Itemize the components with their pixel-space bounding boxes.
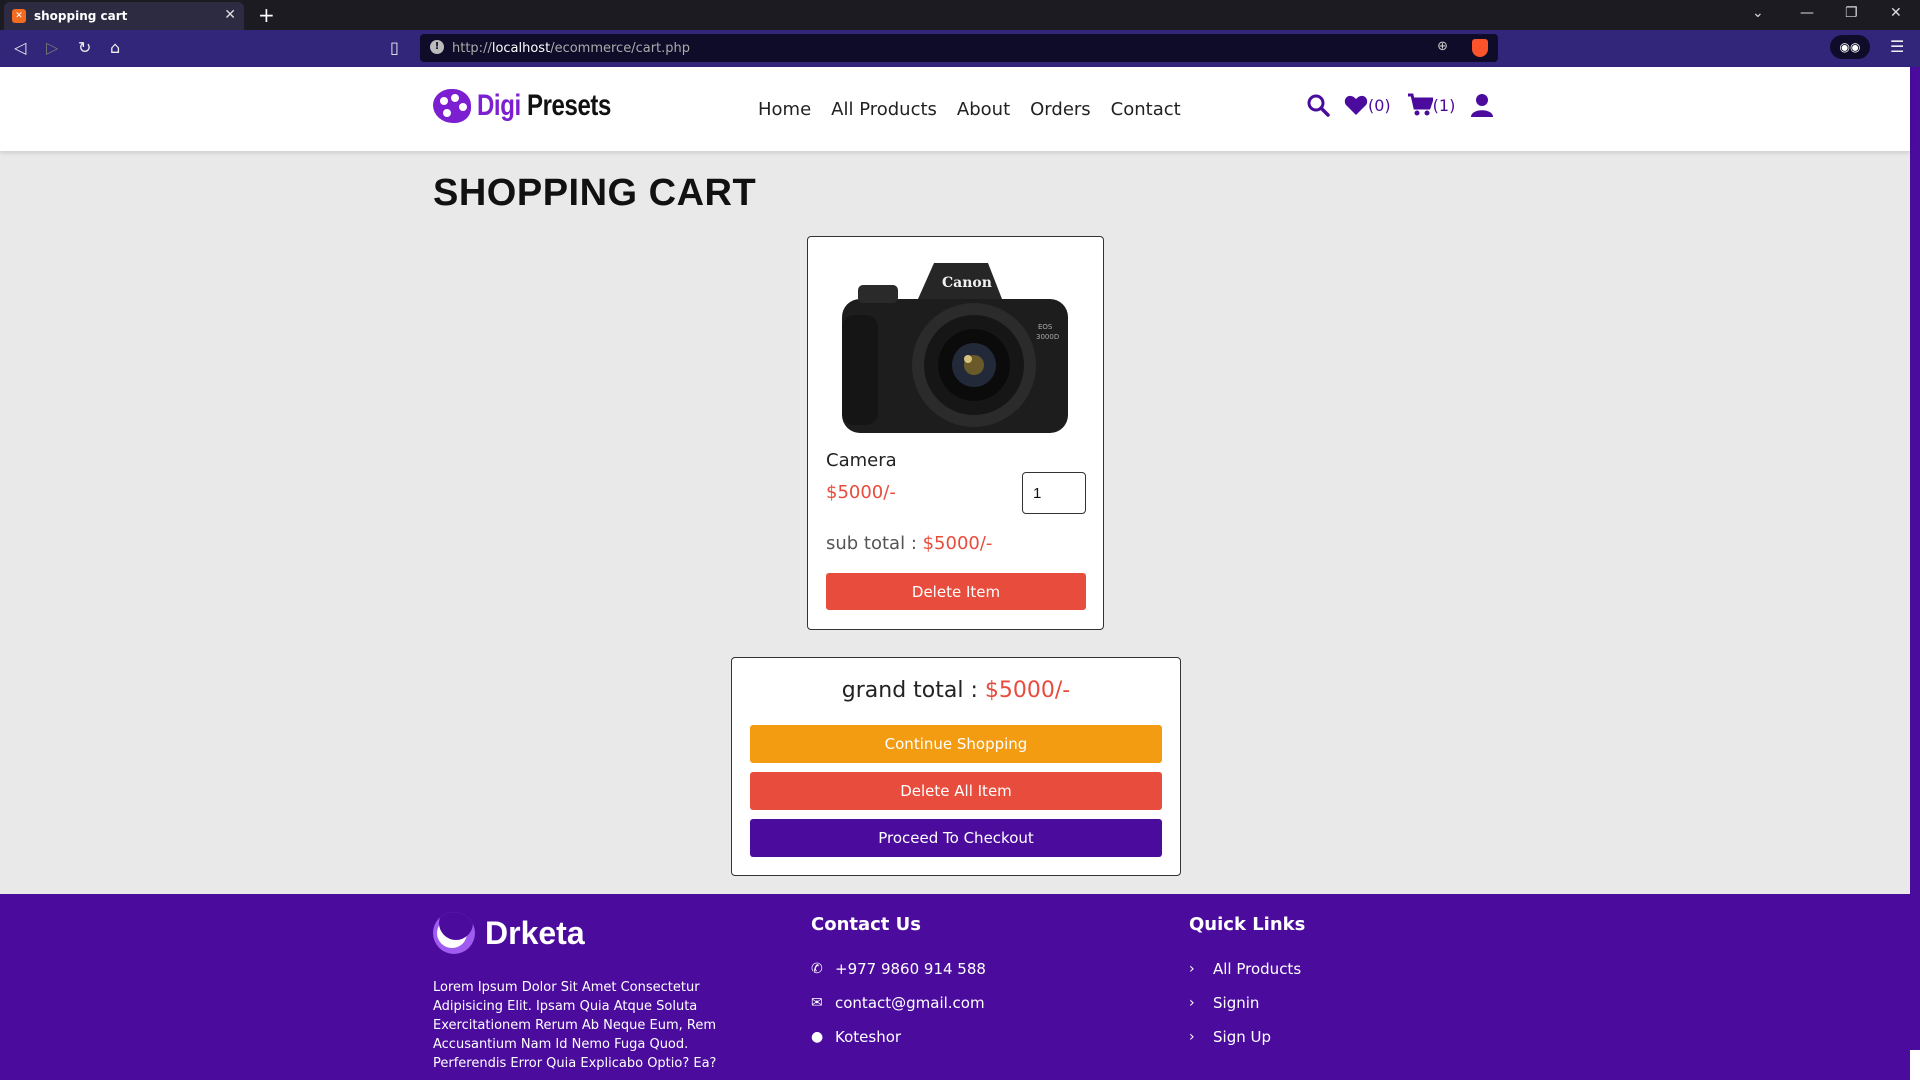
main-nav: Home All Products About Orders Contact xyxy=(758,99,1181,120)
product-name: Camera xyxy=(826,450,897,471)
subtotal-value: $5000/- xyxy=(922,533,993,554)
xampp-favicon-icon: ✕ xyxy=(12,9,26,23)
footer-brand: Drketa xyxy=(485,914,585,951)
page-scrollbar[interactable] xyxy=(1910,67,1920,1080)
forward-icon[interactable]: ▷ xyxy=(46,38,58,57)
footer-logo[interactable]: Drketa xyxy=(433,912,585,954)
nav-home[interactable]: Home xyxy=(758,99,811,120)
chevron-right-icon: › xyxy=(1189,1029,1195,1045)
page-title: SHOPPING CART xyxy=(433,172,757,214)
location-text: Koteshor xyxy=(835,1028,902,1046)
header-icons: (0) (1) xyxy=(1306,93,1494,117)
footer-description: Lorem Ipsum Dolor Sit Amet Consectetur A… xyxy=(433,980,717,1071)
product-price: $5000/- xyxy=(826,482,896,503)
envelope-icon: ✉ xyxy=(811,995,823,1011)
quick-link-signin[interactable]: › Signin xyxy=(1189,986,1301,1020)
back-icon[interactable]: ◁ xyxy=(14,38,26,57)
url-prefix: http:// xyxy=(452,40,492,56)
svg-text:Canon: Canon xyxy=(942,275,992,291)
minimize-icon[interactable]: — xyxy=(1800,5,1814,21)
logo-text-presets: Presets xyxy=(527,89,611,122)
chevron-right-icon: › xyxy=(1189,995,1195,1011)
subtotal-label: sub total : xyxy=(826,533,923,554)
email-text: contact@gmail.com xyxy=(835,994,985,1012)
contact-list: ✆ +977 9860 914 588 ✉ contact@gmail.com ● K… xyxy=(811,952,986,1054)
palette-icon xyxy=(433,89,471,123)
quick-links-list: › All Products › Signin › Sign Up xyxy=(1189,952,1301,1054)
moon-logo-icon xyxy=(433,912,475,954)
site-footer: Drketa Lorem Ipsum Dolor Sit Amet Consec… xyxy=(0,894,1910,1080)
nav-contact[interactable]: Contact xyxy=(1111,99,1181,120)
quick-links-heading: Quick Links xyxy=(1189,914,1306,935)
logo-text-digi: Digi xyxy=(477,89,521,122)
browser-menu-icon[interactable]: ☰ xyxy=(1890,37,1904,56)
site-info-icon[interactable]: ! xyxy=(430,40,444,54)
close-tab-icon[interactable]: ✕ xyxy=(224,7,236,23)
delete-all-button[interactable]: Delete All Item xyxy=(750,772,1162,810)
svg-text:3000D: 3000D xyxy=(1036,333,1059,341)
grand-total-value: $5000/- xyxy=(984,678,1071,703)
site-logo[interactable]: Digi Presets xyxy=(433,89,644,123)
quick-link-all-products[interactable]: › All Products xyxy=(1189,952,1301,986)
contact-phone[interactable]: ✆ +977 9860 914 588 xyxy=(811,952,986,986)
quick-link-signup[interactable]: › Sign Up xyxy=(1189,1020,1301,1054)
nav-orders[interactable]: Orders xyxy=(1030,99,1091,120)
restore-icon[interactable]: ❐ xyxy=(1845,5,1858,21)
camera-product-image: Canon EOS 3000D xyxy=(842,263,1068,433)
address-bar[interactable]: ! http://localhost/ecommerce/cart.php ⊕ xyxy=(420,34,1498,62)
grand-total-label: grand total : xyxy=(841,678,985,703)
extension-glasses-icon[interactable]: ◉◉ xyxy=(1830,35,1870,59)
chevron-right-icon: › xyxy=(1189,961,1195,977)
contact-heading: Contact Us xyxy=(811,914,922,935)
browser-tab-bar: ✕ shopping cart ✕ + ⌄ — ❐ ✕ xyxy=(0,0,1920,30)
window-close-icon[interactable]: ✕ xyxy=(1890,5,1902,21)
quantity-input[interactable] xyxy=(1022,472,1086,514)
wishlist-count: (0) xyxy=(1368,95,1391,115)
delete-item-button[interactable]: Delete Item xyxy=(826,573,1086,610)
continue-shopping-button[interactable]: Continue Shopping xyxy=(750,725,1162,763)
bookmark-icon[interactable]: ▯ xyxy=(390,38,399,57)
map-pin-icon: ● xyxy=(811,1029,824,1045)
zoom-icon[interactable]: ⊕ xyxy=(1437,39,1448,54)
scrollbar-thumb[interactable] xyxy=(1910,1050,1920,1080)
item-subtotal: sub total : $5000/- xyxy=(826,533,992,554)
quick-link-label: Signin xyxy=(1213,994,1260,1012)
phone-icon: ✆ xyxy=(811,961,823,977)
url-host: localhost xyxy=(491,40,551,56)
cart-item-card: Canon EOS 3000D Camera $5000/- sub total… xyxy=(807,236,1104,630)
cart-button[interactable]: (1) xyxy=(1407,93,1456,117)
home-icon[interactable]: ⌂ xyxy=(110,38,120,57)
contact-location: ● Koteshor xyxy=(811,1020,986,1054)
search-icon[interactable] xyxy=(1306,93,1330,117)
url-path: /ecommerce/cart.php xyxy=(550,40,691,56)
nav-all-products[interactable]: All Products xyxy=(831,99,937,120)
brave-shield-icon[interactable] xyxy=(1472,39,1488,57)
cart-count: (1) xyxy=(1432,95,1456,115)
browser-tab[interactable]: ✕ shopping cart ✕ xyxy=(4,2,244,30)
wishlist-button[interactable]: (0) xyxy=(1344,94,1391,116)
contact-email[interactable]: ✉ contact@gmail.com xyxy=(811,986,986,1020)
tab-list-icon[interactable]: ⌄ xyxy=(1752,5,1764,21)
quick-link-label: All Products xyxy=(1213,960,1302,978)
phone-text: +977 9860 914 588 xyxy=(835,960,986,978)
user-icon[interactable] xyxy=(1471,93,1494,117)
svg-text:EOS: EOS xyxy=(1038,323,1053,331)
site-header: Digi Presets Home All Products About Ord… xyxy=(0,67,1910,151)
reload-icon[interactable]: ↻ xyxy=(78,38,91,57)
heart-icon xyxy=(1344,95,1368,115)
quick-link-label: Sign Up xyxy=(1213,1028,1271,1046)
tab-title: shopping cart xyxy=(34,9,128,23)
new-tab-icon[interactable]: + xyxy=(258,3,275,27)
browser-toolbar: ◁ ▷ ↻ ⌂ ▯ ! http://localhost/ecommerce/c… xyxy=(0,30,1920,67)
nav-about[interactable]: About xyxy=(957,99,1010,120)
cart-summary: grand total : $5000/- Continue Shopping … xyxy=(731,657,1181,876)
grand-total: grand total : $5000/- xyxy=(732,678,1180,703)
checkout-button[interactable]: Proceed To Checkout xyxy=(750,819,1162,857)
cart-icon xyxy=(1407,93,1433,116)
